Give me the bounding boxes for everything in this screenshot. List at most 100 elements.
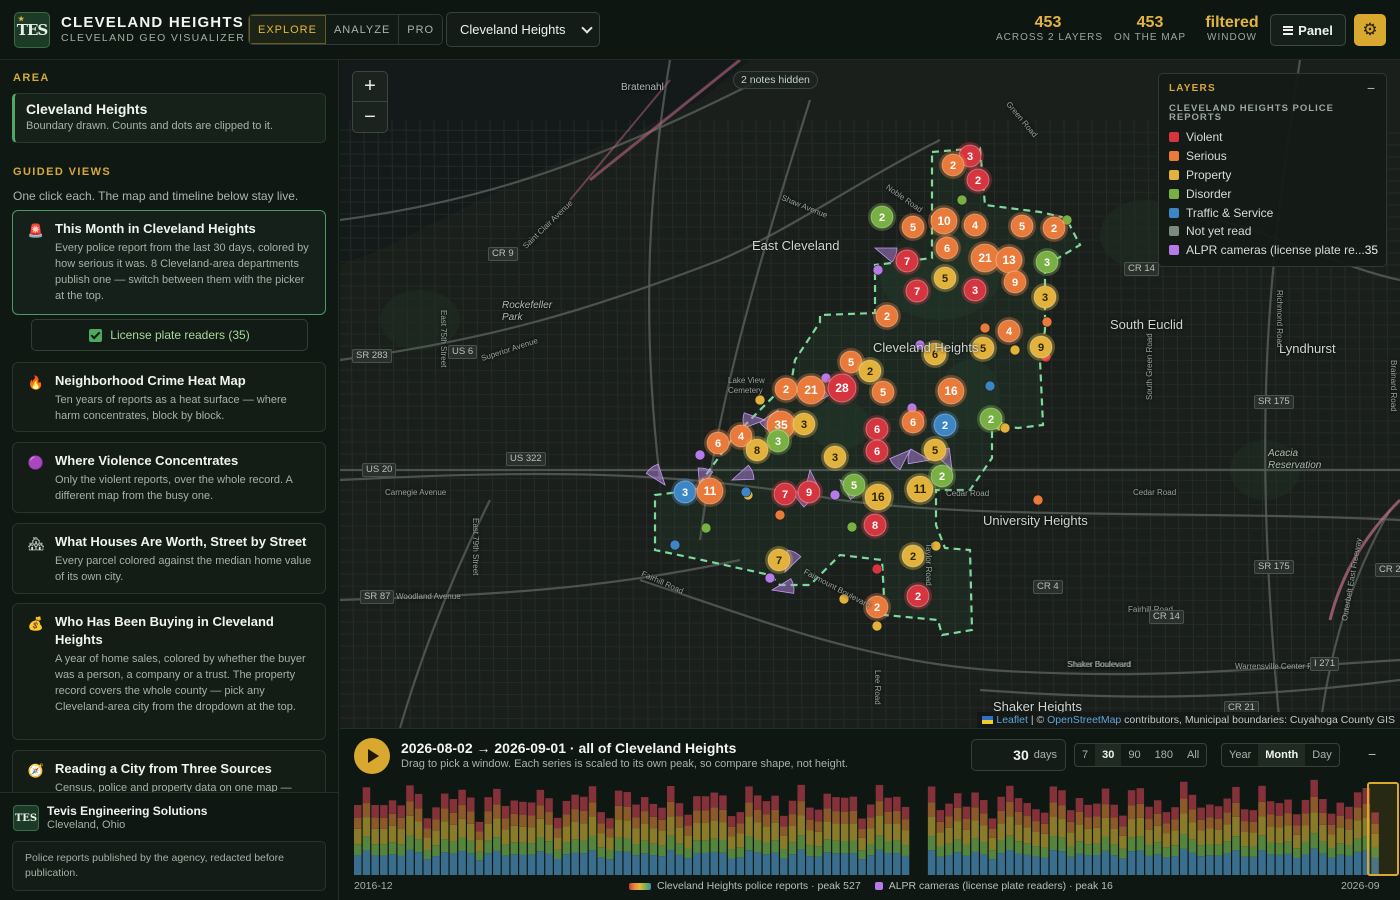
place-label: Acacia Reservation (1268, 448, 1322, 471)
street-line (340, 645, 1400, 650)
legend-item[interactable]: Serious (1169, 147, 1376, 166)
timeline-bar (1275, 843, 1284, 855)
mode-pro-button[interactable]: PRO (399, 15, 443, 44)
legend-item[interactable]: Disorder (1169, 184, 1376, 203)
timeline-bar (1119, 848, 1127, 859)
map-view[interactable]: 3 2 2 2 5 10 4 5 2 7 6 21 13 3 5 9 7 3 3 2 4 6 5 9 5 2 21 28 5 16 2 35 3… (340, 60, 1400, 728)
brand-logo[interactable]: ★ TES (14, 12, 50, 48)
leaflet-link[interactable]: Leaflet (996, 714, 1028, 726)
legend-minimize-button[interactable]: − (1367, 80, 1375, 96)
cluster-count: 6 (944, 243, 950, 255)
area-card[interactable]: Cleveland Heights Boundary drawn. Counts… (12, 93, 326, 143)
cluster-count: 2 (879, 212, 885, 224)
play-button[interactable] (354, 738, 390, 774)
legend-item[interactable]: Traffic & Service (1169, 203, 1376, 222)
timeline-bar (380, 828, 388, 845)
preset-90-button[interactable]: 90 (1121, 744, 1147, 766)
preset-180-button[interactable]: 180 (1148, 744, 1180, 766)
guided-view-heat-map[interactable]: 🔥 Neighborhood Crime Heat Map Ten years … (12, 362, 326, 432)
timeline-bar (1171, 830, 1179, 846)
timeline-bar (858, 837, 866, 851)
timeline-bar (388, 854, 397, 875)
legend-swatch (1169, 151, 1179, 162)
route-shield: CR 14 (1149, 610, 1184, 624)
timeline-bar (536, 789, 545, 806)
timeline-bar (588, 802, 597, 817)
timeline-bar (806, 845, 814, 857)
timeline-bar (1066, 856, 1075, 875)
timeline-bar (1093, 827, 1101, 844)
timeline-bar (701, 852, 710, 875)
timeline-bar (354, 805, 362, 818)
city-select[interactable]: Cleveland Heights (446, 12, 600, 47)
mode-analyze-button[interactable]: ANALYZE (325, 15, 400, 44)
lpr-toggle[interactable]: License plate readers (35) (31, 319, 308, 351)
cluster-count: 3 (682, 487, 688, 499)
timeline-bar (1232, 786, 1240, 803)
road-label: Carnegie Avenue (385, 488, 447, 497)
mode-explore-button[interactable]: EXPLORE (249, 15, 326, 44)
window-days-input[interactable]: 30 days (971, 739, 1066, 771)
money-bag-icon: 💰 (27, 616, 45, 631)
timeline-bar (867, 804, 875, 818)
timeline-bar (684, 814, 692, 826)
zoom-in-button[interactable]: + (353, 72, 387, 102)
checkbox-checked-icon[interactable] (89, 328, 103, 342)
timeline-bar (597, 847, 605, 858)
guided-view-buyers[interactable]: 💰 Who Has Been Buying in Cleveland Heigh… (12, 603, 326, 740)
timeline-bar (971, 851, 979, 875)
timeline-bar (762, 826, 771, 843)
timeline-bar (727, 858, 736, 875)
granularity-day-button[interactable]: Day (1305, 744, 1339, 766)
osm-link[interactable]: OpenStreetMap (1047, 714, 1121, 726)
settings-button[interactable]: ⚙ (1354, 14, 1386, 46)
route-shield: CR 2 (1375, 563, 1400, 577)
legend-item[interactable]: ALPR cameras (license plate re... 35 (1169, 241, 1378, 260)
preset-7-button[interactable]: 7 (1075, 744, 1095, 766)
guided-view-violence[interactable]: 🟣 Where Violence Concentrates Only the v… (12, 442, 326, 513)
cluster-count: 3 (1044, 257, 1050, 269)
legend-item[interactable]: Property (1169, 166, 1376, 185)
timeline-bar (1293, 848, 1301, 858)
timeline-bar (1319, 853, 1327, 875)
cluster-count: 9 (806, 487, 812, 499)
notes-hidden-badge[interactable]: 2 notes hidden (733, 71, 818, 89)
timeline-bar (1240, 846, 1249, 857)
preset-30-button[interactable]: 30 (1095, 744, 1122, 766)
timeline-bar (414, 852, 423, 875)
timeline-bar (510, 813, 519, 826)
timeline-bar (1119, 835, 1127, 849)
timeline-bar (771, 852, 779, 875)
guided-view-this-month[interactable]: 🚨 This Month in Cleveland Heights Every … (12, 210, 326, 315)
zoom-out-button[interactable]: − (353, 102, 387, 132)
incident-dot (694, 449, 706, 461)
timeline-bar (980, 825, 988, 843)
timeline-bar (875, 784, 884, 802)
granularity-month-button[interactable]: Month (1258, 744, 1306, 766)
timeline-bar (414, 821, 423, 840)
timeline-bar (710, 792, 718, 808)
timeline-bar (1266, 801, 1275, 815)
guided-view-house-values[interactable]: 🏘 What Houses Are Worth, Street by Stree… (12, 523, 326, 594)
timeline-bar (701, 840, 710, 853)
timeline-bar (397, 844, 405, 856)
route-shield: SR 87 (360, 590, 395, 604)
timeline-bar (1293, 834, 1301, 849)
timeline-bar (580, 823, 588, 841)
cluster-count: 28 (835, 381, 849, 395)
timeline-bar (1093, 855, 1101, 875)
timeline-bar (606, 837, 614, 851)
footer-note: Police reports published by the agency, … (12, 841, 326, 891)
area-card-desc: Boundary drawn. Counts and dots are clip… (26, 120, 274, 132)
legend-item[interactable]: Violent (1169, 128, 1376, 147)
panel-button[interactable]: Panel (1270, 14, 1346, 46)
street-line (713, 119, 719, 728)
legend-item[interactable]: Not yet read (1169, 222, 1376, 241)
timeline-chart[interactable] (340, 779, 1400, 879)
timeline-bar (893, 840, 901, 854)
timeline-bar (953, 839, 962, 853)
preset-all-button[interactable]: All (1180, 744, 1206, 766)
timeline-bar (710, 838, 718, 852)
timeline-minimize-button[interactable]: − (1368, 746, 1376, 762)
granularity-year-button[interactable]: Year (1222, 744, 1258, 766)
